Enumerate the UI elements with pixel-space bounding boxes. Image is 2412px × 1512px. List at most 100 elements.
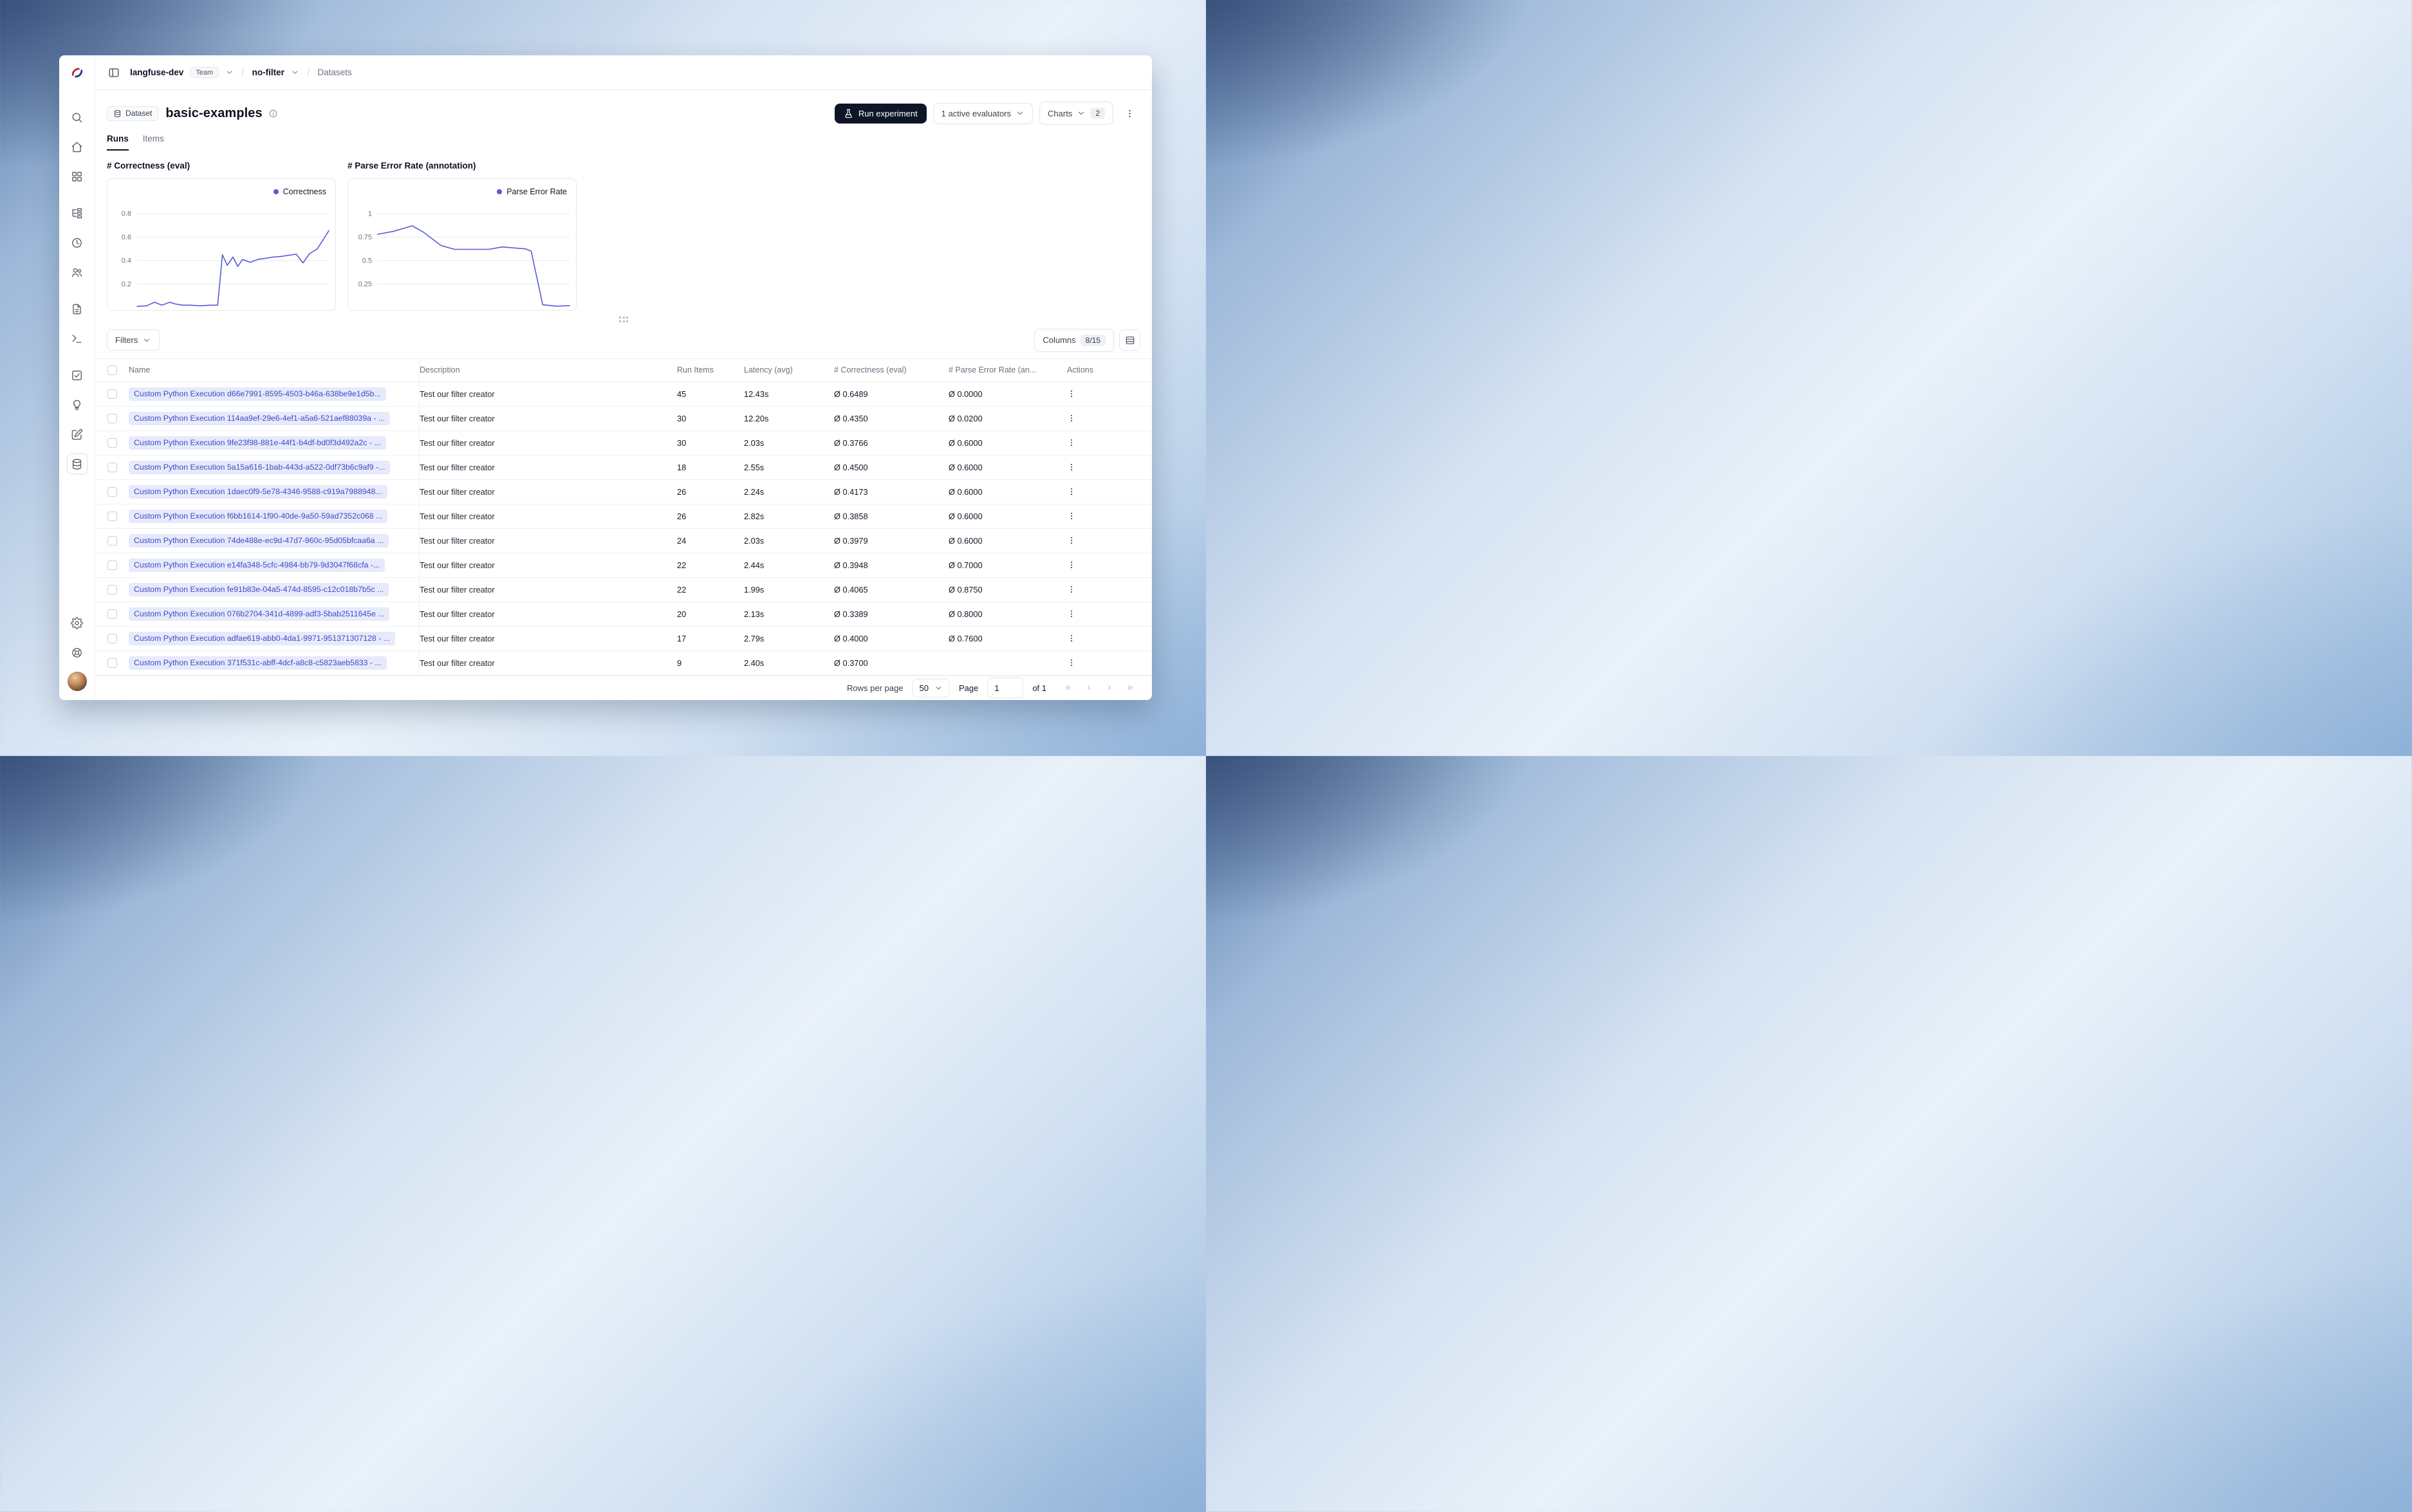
table-row[interactable]: Custom Python Execution fe91b83e-04a5-47…: [95, 577, 1152, 602]
run-name-link[interactable]: Custom Python Execution 076b2704-341d-48…: [129, 607, 390, 621]
row-checkbox[interactable]: [107, 438, 117, 448]
previous-page-button[interactable]: ‹: [1080, 679, 1098, 697]
sidebar-item-llm-as-judge[interactable]: [67, 394, 88, 415]
row-actions-menu-button[interactable]: [1057, 560, 1076, 569]
row-actions-menu-button[interactable]: [1057, 438, 1076, 447]
breadcrumb-org[interactable]: langfuse-dev: [130, 68, 183, 77]
tab-items[interactable]: Items: [143, 134, 164, 151]
table-row[interactable]: Custom Python Execution 5a15a616-1bab-44…: [95, 455, 1152, 480]
sidebar-item-dashboards[interactable]: [67, 166, 88, 187]
latency-value: 2.24s: [744, 486, 765, 497]
table-row[interactable]: Custom Python Execution f6bb1614-1f90-40…: [95, 504, 1152, 529]
table-row[interactable]: Custom Python Execution 9fe23f98-881e-44…: [95, 430, 1152, 456]
row-actions-menu-button[interactable]: [1057, 463, 1076, 472]
sidebar-toggle-button[interactable]: [104, 63, 124, 82]
run-name-link[interactable]: Custom Python Execution 5a15a616-1bab-44…: [129, 460, 391, 474]
run-name-link[interactable]: Custom Python Execution 74de488e-ec9d-47…: [129, 533, 389, 548]
row-checkbox[interactable]: [107, 560, 117, 570]
row-checkbox[interactable]: [107, 486, 117, 497]
column-header-latency[interactable]: Latency (avg): [744, 359, 834, 382]
table-row[interactable]: Custom Python Execution 371f531c-abff-4d…: [95, 650, 1152, 676]
page-actions-menu-button[interactable]: [1120, 104, 1139, 123]
run-name-link[interactable]: Custom Python Execution e14fa348-5cfc-49…: [129, 558, 385, 572]
dataset-info-button[interactable]: [268, 109, 278, 118]
row-actions-menu-button[interactable]: [1057, 585, 1076, 594]
sidebar-item-playground[interactable]: [67, 328, 88, 349]
org-switcher-chevron[interactable]: [225, 68, 234, 77]
sidebar-item-users[interactable]: [67, 262, 88, 282]
row-checkbox[interactable]: [107, 389, 117, 399]
run-name-link[interactable]: Custom Python Execution f6bb1614-1f90-40…: [129, 509, 388, 523]
row-height-button[interactable]: [1119, 329, 1140, 351]
column-header-correctness[interactable]: # Correctness (eval): [834, 359, 949, 382]
latency-value: 2.44s: [744, 560, 765, 570]
run-name-link[interactable]: Custom Python Execution 114aa9ef-29e6-4e…: [129, 411, 391, 425]
run-name-link[interactable]: Custom Python Execution 1daec0f9-5e78-43…: [129, 484, 387, 499]
table-toolbar: Filters Columns 8/15: [95, 322, 1152, 358]
row-actions-menu-button[interactable]: [1057, 609, 1076, 618]
row-actions-menu-button[interactable]: [1057, 487, 1076, 496]
sidebar-item-support[interactable]: [67, 642, 88, 663]
last-page-button[interactable]: »: [1121, 679, 1139, 697]
run-name-link[interactable]: Custom Python Execution d66e7991-8595-45…: [129, 387, 386, 401]
row-actions-menu-button[interactable]: [1057, 512, 1076, 521]
row-checkbox[interactable]: [107, 462, 117, 472]
sidebar-item-prompts[interactable]: [67, 299, 88, 319]
rows-per-page-select[interactable]: 50: [912, 678, 950, 697]
terminal-icon: [72, 334, 82, 343]
row-checkbox[interactable]: [107, 633, 117, 643]
next-page-button[interactable]: ›: [1100, 679, 1118, 697]
columns-button[interactable]: Columns 8/15: [1034, 328, 1114, 352]
row-actions-menu-button[interactable]: [1057, 536, 1076, 545]
charts-dropdown[interactable]: Charts 2: [1039, 102, 1113, 125]
column-header-parse-error-rate[interactable]: # Parse Error Rate (an...: [949, 359, 1057, 382]
sidebar-item-settings[interactable]: [67, 613, 88, 633]
correctness-value: Ø 0.4500: [834, 462, 868, 472]
table-row[interactable]: Custom Python Execution adfae619-abb0-4d…: [95, 626, 1152, 651]
sidebar-item-tracing[interactable]: [67, 203, 88, 223]
breadcrumb-project[interactable]: no-filter: [252, 68, 284, 77]
table-row[interactable]: Custom Python Execution 076b2704-341d-48…: [95, 602, 1152, 627]
row-actions-menu-button[interactable]: [1057, 658, 1076, 667]
user-avatar[interactable]: [67, 672, 87, 691]
run-name-link[interactable]: Custom Python Execution 371f531c-abff-4d…: [129, 656, 387, 670]
row-checkbox[interactable]: [107, 511, 117, 521]
row-checkbox[interactable]: [107, 413, 117, 423]
sidebar-item-datasets[interactable]: [66, 454, 88, 474]
column-header-name[interactable]: Name: [129, 358, 420, 382]
sidebar-item-annotation[interactable]: [67, 424, 88, 445]
first-page-button[interactable]: «: [1059, 679, 1077, 697]
table-row[interactable]: Custom Python Execution e14fa348-5cfc-49…: [95, 553, 1152, 578]
sidebar-item-evaluation[interactable]: [67, 365, 88, 385]
run-name-link[interactable]: Custom Python Execution adfae619-abb0-4d…: [129, 631, 395, 645]
row-checkbox[interactable]: [107, 535, 117, 546]
evaluators-dropdown[interactable]: 1 active evaluators: [932, 102, 1034, 124]
table-row[interactable]: Custom Python Execution 1daec0f9-5e78-43…: [95, 479, 1152, 504]
run-items-value: 30: [677, 438, 687, 448]
langfuse-logo[interactable]: [59, 55, 95, 90]
select-all-checkbox[interactable]: [107, 365, 117, 375]
table-row[interactable]: Custom Python Execution 114aa9ef-29e6-4e…: [95, 406, 1152, 431]
row-actions-menu-button[interactable]: [1057, 389, 1076, 398]
sidebar-item-sessions[interactable]: [67, 232, 88, 253]
table-row[interactable]: Custom Python Execution d66e7991-8595-45…: [95, 382, 1152, 407]
run-experiment-button[interactable]: Run experiment: [834, 103, 927, 124]
column-header-description[interactable]: Description: [420, 359, 677, 382]
project-switcher-chevron[interactable]: [291, 68, 299, 77]
column-header-run-items[interactable]: Run Items: [677, 359, 744, 382]
row-checkbox[interactable]: [107, 609, 117, 619]
table-row[interactable]: Custom Python Execution 74de488e-ec9d-47…: [95, 528, 1152, 553]
row-actions-menu-button[interactable]: [1057, 634, 1076, 643]
breadcrumb-section[interactable]: Datasets: [317, 68, 351, 77]
run-name-link[interactable]: Custom Python Execution 9fe23f98-881e-44…: [129, 436, 386, 450]
filters-button[interactable]: Filters: [107, 329, 160, 351]
sidebar-item-home[interactable]: [67, 136, 88, 157]
row-checkbox[interactable]: [107, 658, 117, 668]
run-name-link[interactable]: Custom Python Execution fe91b83e-04a5-47…: [129, 582, 389, 596]
sidebar-item-search[interactable]: [67, 107, 88, 127]
row-actions-menu-button[interactable]: [1057, 414, 1076, 423]
page-number-input[interactable]: [987, 678, 1024, 699]
row-checkbox[interactable]: [107, 584, 117, 595]
tab-runs[interactable]: Runs: [107, 134, 129, 151]
charts-resize-handle[interactable]: [619, 317, 628, 322]
